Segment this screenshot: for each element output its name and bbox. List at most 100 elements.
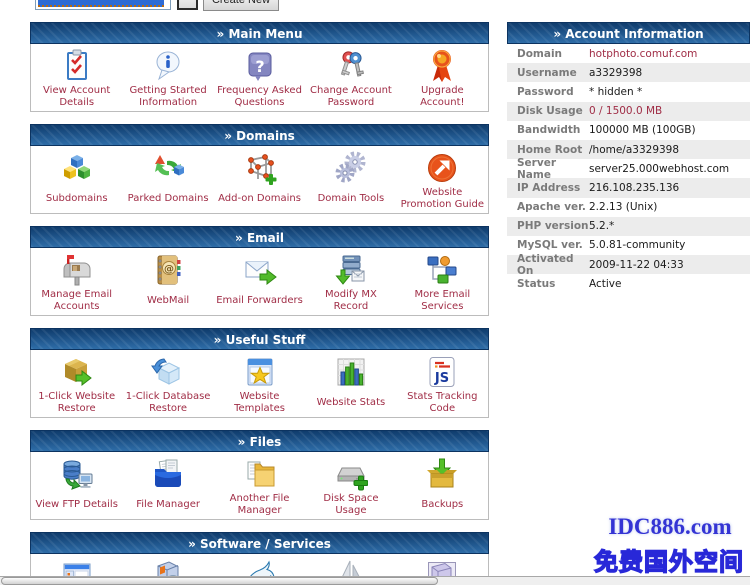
svg-text:@: @ bbox=[164, 264, 174, 275]
menu-item-subdomains[interactable]: Subdomains bbox=[31, 146, 122, 213]
watermark-line1: IDC886.com bbox=[592, 514, 748, 540]
account-row-value: a3329398 bbox=[589, 67, 642, 79]
section-items-domains: Subdomains Parked DomainsAdd-on DomainsDo… bbox=[30, 146, 489, 214]
account-row-value: 216.108.235.136 bbox=[589, 182, 679, 194]
account-row-label: Activated On bbox=[507, 253, 589, 277]
account-row-ip-address: IP Address216.108.235.136 bbox=[507, 178, 750, 197]
menu-item-label: Website Templates bbox=[214, 389, 305, 417]
promotion-arrow-icon bbox=[425, 151, 459, 185]
menu-item-label: Modify MX Record bbox=[305, 287, 396, 315]
blue-folder-icon bbox=[151, 457, 185, 491]
recycle-icon bbox=[151, 151, 185, 185]
menu-item-label: View Account Details bbox=[31, 83, 122, 111]
go-button[interactable] bbox=[177, 0, 198, 10]
menu-item-label: Website Stats bbox=[315, 389, 388, 417]
account-row-value: * hidden * bbox=[589, 86, 642, 98]
account-row-value: 5.2.* bbox=[589, 220, 614, 232]
menu-item-label: View FTP Details bbox=[33, 491, 119, 519]
window-star-icon bbox=[243, 355, 277, 389]
account-info-header: » Account Information bbox=[507, 22, 750, 44]
menu-item-file-manager[interactable]: File Manager bbox=[122, 452, 213, 519]
menu-item-frequency-asked-questions[interactable]: ? Frequency Asked Questions bbox=[214, 44, 305, 111]
ftp-transfer-icon bbox=[60, 457, 94, 491]
section-header-software-services: » Software / Services bbox=[30, 532, 489, 554]
menu-item-view-account-details[interactable]: View Account Details bbox=[31, 44, 122, 111]
menu-item-label: Add-on Domains bbox=[216, 185, 303, 213]
account-row-value: Active bbox=[589, 278, 621, 290]
account-row-value[interactable]: 0 / 1500.0 MB bbox=[589, 105, 662, 117]
keys-icon bbox=[334, 49, 368, 83]
account-row-label: Status bbox=[507, 278, 589, 290]
menu-item-domain-tools[interactable]: Domain Tools bbox=[305, 146, 396, 213]
cube-restore-icon bbox=[151, 355, 185, 389]
account-row-value: server25.000webhost.com bbox=[589, 163, 729, 175]
info-bubble-icon bbox=[151, 49, 185, 83]
address-book-icon: @ bbox=[151, 253, 185, 287]
section-items-main-menu: View Account DetailsGetting Started Info… bbox=[30, 44, 489, 112]
account-row-password: Password* hidden * bbox=[507, 82, 750, 101]
server-mail-icon bbox=[334, 253, 368, 287]
menu-item-label: Frequency Asked Questions bbox=[214, 83, 305, 111]
menu-item-label: Getting Started Information bbox=[122, 83, 213, 111]
section-header-domains: » Domains bbox=[30, 124, 489, 146]
section-header-useful-stuff: » Useful Stuff bbox=[30, 328, 489, 350]
account-row-disk-usage: Disk Usage0 / 1500.0 MB bbox=[507, 102, 750, 121]
menu-item-website-templates[interactable]: Website Templates bbox=[214, 350, 305, 417]
menu-item-more-email-services[interactable]: More Email Services bbox=[397, 248, 488, 315]
selected-text bbox=[38, 0, 164, 7]
menu-item-upgrade-account[interactable]: Upgrade Account! bbox=[397, 44, 488, 111]
menu-item-1-click-website-restore[interactable]: 1-Click Website Restore bbox=[31, 350, 122, 417]
account-row-label: Disk Usage bbox=[507, 105, 589, 117]
menu-item-label: WebMail bbox=[145, 287, 191, 315]
menu-item-label: Parked Domains bbox=[126, 185, 211, 213]
account-info-panel: » Account Information Domainhotphoto.com… bbox=[507, 22, 750, 293]
account-row-value: 5.0.81-community bbox=[589, 239, 685, 251]
disk-plus-icon bbox=[334, 457, 368, 491]
svg-text:?: ? bbox=[255, 57, 264, 76]
account-row-value[interactable]: hotphoto.comuf.com bbox=[589, 48, 697, 60]
cpanel-screen: Create New » Main MenuView Account Detai… bbox=[0, 0, 750, 585]
menu-item-label: Change Account Password bbox=[305, 83, 396, 111]
menu-item-email-forwarders[interactable]: Email Forwarders bbox=[214, 248, 305, 315]
menu-item-website-promotion-guide[interactable]: Website Promotion Guide bbox=[397, 146, 488, 213]
menu-item-disk-space-usage[interactable]: Disk Space Usage bbox=[305, 452, 396, 519]
account-row-bandwidth: Bandwidth100000 MB (100GB) bbox=[507, 121, 750, 140]
account-row-label: PHP version bbox=[507, 220, 589, 232]
account-row-domain: Domainhotphoto.comuf.com bbox=[507, 44, 750, 63]
menu-item-label: 1-Click Website Restore bbox=[31, 389, 122, 417]
account-row-label: Server Name bbox=[507, 157, 589, 181]
horizontal-scrollbar-thumb[interactable] bbox=[1, 577, 438, 585]
menu-item-label: File Manager bbox=[134, 491, 202, 519]
domain-input[interactable] bbox=[35, 0, 171, 10]
menu-item-label: Subdomains bbox=[44, 185, 110, 213]
section-useful-stuff: » Useful Stuff 1-Click Website Restore1-C… bbox=[30, 328, 489, 418]
horizontal-scrollbar-track[interactable] bbox=[0, 576, 750, 585]
account-row-apache-ver: Apache ver.2.2.13 (Unix) bbox=[507, 198, 750, 217]
account-row-username: Usernamea3329398 bbox=[507, 63, 750, 82]
menu-item-website-stats[interactable]: Website Stats bbox=[305, 350, 396, 417]
mailbox-icon bbox=[60, 253, 94, 287]
menu-item-change-account-password[interactable]: Change Account Password bbox=[305, 44, 396, 111]
menu-item-backups[interactable]: Backups bbox=[397, 452, 488, 519]
envelope-forward-icon bbox=[243, 253, 277, 287]
menu-item-parked-domains[interactable]: Parked Domains bbox=[122, 146, 213, 213]
menu-item-another-file-manager[interactable]: Another File Manager bbox=[214, 452, 305, 519]
menu-item-getting-started-information[interactable]: Getting Started Information bbox=[122, 44, 213, 111]
menu-item-add-on-domains[interactable]: Add-on Domains bbox=[214, 146, 305, 213]
create-new-button[interactable]: Create New bbox=[203, 0, 279, 11]
menu-item-label: 1-Click Database Restore bbox=[122, 389, 213, 417]
menu-item-manage-email-accounts[interactable]: Manage Email Accounts bbox=[31, 248, 122, 315]
js-code-icon: JS bbox=[425, 355, 459, 389]
menu-item-webmail[interactable]: @ WebMail bbox=[122, 248, 213, 315]
account-row-value: 2.2.13 (Unix) bbox=[589, 201, 657, 213]
section-domains: » Domains Subdomains Parked DomainsAdd-on … bbox=[30, 124, 489, 214]
account-row-label: Apache ver. bbox=[507, 201, 589, 213]
menu-item-view-ftp-details[interactable]: View FTP Details bbox=[31, 452, 122, 519]
section-main-menu: » Main MenuView Account DetailsGetting S… bbox=[30, 22, 489, 112]
menu-item-modify-mx-record[interactable]: Modify MX Record bbox=[305, 248, 396, 315]
menu-item-1-click-database-restore[interactable]: 1-Click Database Restore bbox=[122, 350, 213, 417]
question-icon: ? bbox=[243, 49, 277, 83]
menu-item-stats-tracking-code[interactable]: JSStats Tracking Code bbox=[397, 350, 488, 417]
account-row-label: IP Address bbox=[507, 182, 589, 194]
account-row-php-version: PHP version5.2.* bbox=[507, 217, 750, 236]
